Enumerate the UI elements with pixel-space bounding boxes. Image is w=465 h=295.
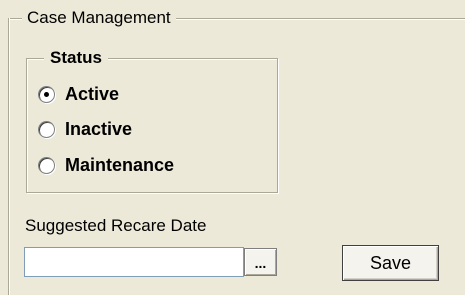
radio-maintenance-label[interactable]: Maintenance [65, 152, 174, 178]
radio-circle-icon[interactable] [38, 156, 55, 174]
radio-selected-dot-icon [44, 91, 49, 97]
radio-active[interactable]: Active [38, 81, 119, 107]
radio-inactive[interactable]: Inactive [38, 116, 132, 142]
group-border-left [8, 18, 9, 295]
recare-date-label: Suggested Recare Date [25, 216, 207, 235]
recare-date-input[interactable] [24, 247, 244, 277]
radio-circle-icon[interactable] [38, 120, 55, 138]
status-title: Status [44, 47, 108, 69]
case-management-title: Case Management [22, 6, 176, 30]
radio-maintenance[interactable]: Maintenance [38, 152, 174, 178]
radio-inactive-label[interactable]: Inactive [65, 116, 132, 142]
radio-circle-icon[interactable] [38, 85, 55, 103]
date-picker-button[interactable]: ... [244, 248, 277, 276]
save-button[interactable]: Save [342, 245, 439, 281]
radio-active-label[interactable]: Active [65, 81, 119, 107]
